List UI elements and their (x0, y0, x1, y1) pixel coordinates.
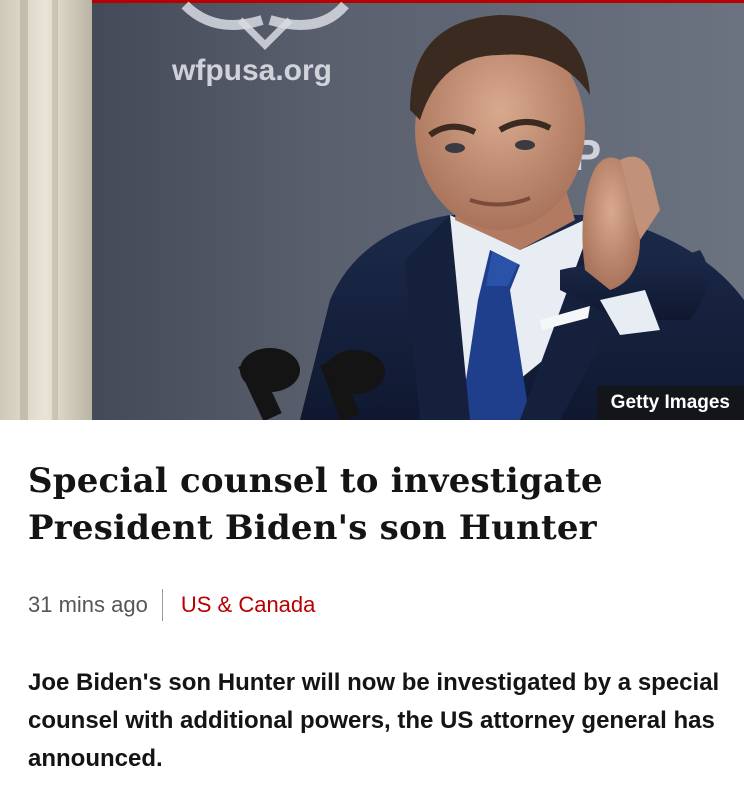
article-meta: 31 mins ago US & Canada (28, 588, 315, 622)
headline[interactable]: Special counsel to investigate President… (28, 458, 718, 552)
article-summary: Joe Biden's son Hunter will now be inves… (28, 669, 720, 772)
watermark-text: wfpusa.org (171, 54, 332, 87)
meta-divider (161, 589, 163, 621)
timestamp: 31 mins ago (28, 592, 148, 617)
hero-image[interactable]: FP (0, 0, 744, 420)
section-link[interactable]: US & Canada (181, 592, 316, 618)
article-page: FP (0, 0, 744, 800)
photo-illustration: FP (0, 0, 744, 420)
image-credit: Getty Images (596, 386, 744, 420)
